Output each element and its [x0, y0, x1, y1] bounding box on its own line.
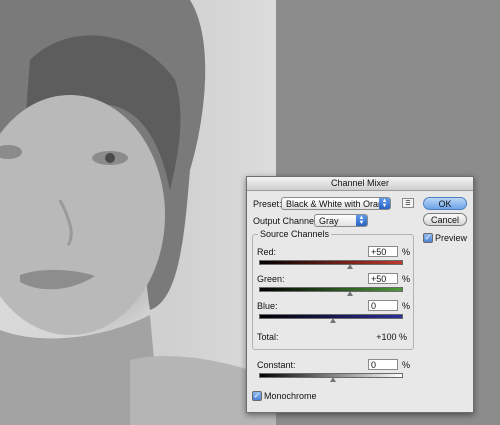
red-slider[interactable] [259, 260, 403, 265]
select-arrows-icon: ▲ ▼ [379, 198, 390, 209]
preset-value: Black & White with Oran [286, 199, 384, 209]
constant-label: Constant: [257, 360, 296, 370]
channel-mixer-dialog: Channel Mixer Preset: Black & White with… [246, 176, 474, 413]
blue-unit: % [402, 301, 411, 311]
preset-select[interactable]: Black & White with Oran ▲ ▼ [281, 197, 391, 210]
preview-checkbox[interactable]: ✓ [423, 233, 433, 243]
blue-label: Blue: [257, 301, 278, 311]
select-arrows-icon: ▲ ▼ [356, 215, 367, 226]
green-value-field[interactable]: +50 [368, 273, 398, 284]
green-slider[interactable] [259, 287, 403, 292]
red-label: Red: [257, 247, 277, 257]
red-unit: % [402, 247, 411, 257]
source-channels-title: Source Channels [258, 229, 332, 239]
total-value: +100 % [376, 332, 407, 342]
preview-label: Preview [435, 233, 468, 243]
monochrome-checkbox[interactable]: ✓ [252, 391, 262, 401]
output-channel-select[interactable]: Gray ▲ ▼ [314, 214, 368, 227]
cancel-button[interactable]: Cancel [423, 213, 467, 226]
preset-label: Preset: [253, 199, 282, 209]
blue-slider-thumb[interactable] [330, 318, 336, 323]
output-channel-label: Output Channel: [253, 216, 319, 226]
constant-unit: % [402, 360, 411, 370]
constant-slider-thumb[interactable] [330, 377, 336, 382]
output-channel-value: Gray [319, 216, 339, 226]
total-label: Total: [257, 332, 279, 342]
blue-value-field[interactable]: 0 [368, 300, 398, 311]
green-slider-thumb[interactable] [347, 291, 353, 296]
red-value-field[interactable]: +50 [368, 246, 398, 257]
grayscale-portrait-image [0, 0, 276, 425]
ok-button[interactable]: OK [423, 197, 467, 210]
constant-value-field[interactable]: 0 [368, 359, 398, 370]
green-label: Green: [257, 274, 285, 284]
portrait-drawing [0, 0, 276, 425]
red-slider-thumb[interactable] [347, 264, 353, 269]
preset-options-icon[interactable]: ☰ [402, 198, 414, 208]
dialog-title: Channel Mixer [247, 177, 473, 191]
monochrome-label: Monochrome [264, 391, 317, 401]
green-unit: % [402, 274, 411, 284]
